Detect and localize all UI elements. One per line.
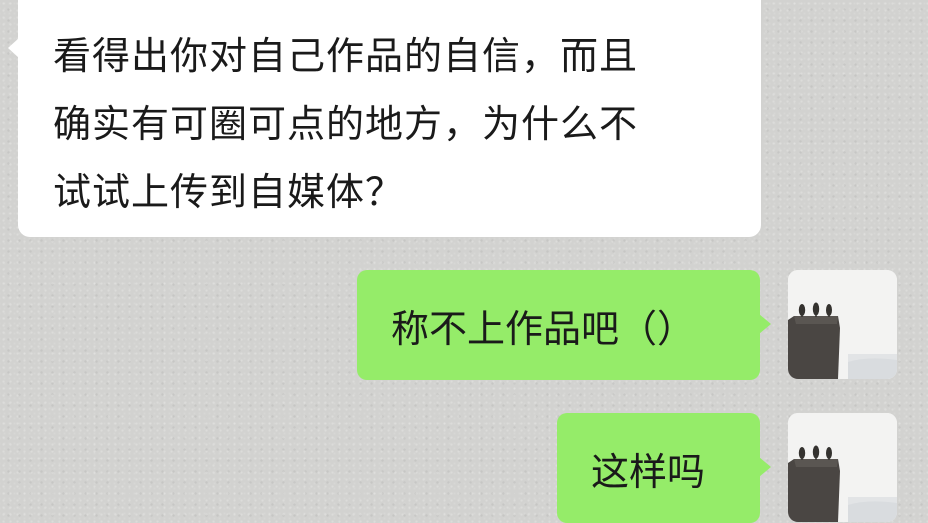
message-line: 看得出你对自己作品的自信，而且 bbox=[53, 34, 639, 78]
incoming-message-bubble[interactable]: 看得出你对自己作品的自信，而且 确实有可圈可点的地方，为什么不 试试上传到自媒体… bbox=[8, 0, 761, 237]
bubble-tail bbox=[8, 38, 19, 58]
message-line: 试试上传到自媒体？ bbox=[53, 170, 405, 214]
bubble-tail bbox=[759, 457, 771, 477]
outgoing-message-bubble[interactable]: 称不上作品吧（） bbox=[357, 270, 771, 380]
message-line: 确实有可圈可点的地方，为什么不 bbox=[53, 102, 639, 146]
message-text: 称不上作品吧（） bbox=[391, 306, 696, 351]
avatar[interactable] bbox=[788, 413, 897, 522]
message-text: 看得出你对自己作品的自信，而且 确实有可圈可点的地方，为什么不 试试上传到自媒体… bbox=[53, 22, 741, 226]
outgoing-message-bubble[interactable]: 这样吗 bbox=[557, 413, 771, 523]
bubble-tail bbox=[759, 314, 771, 334]
cliff-trees-moon-avatar-icon bbox=[788, 270, 897, 379]
avatar[interactable] bbox=[788, 270, 897, 379]
cliff-trees-moon-avatar-icon bbox=[788, 413, 897, 522]
message-text: 这样吗 bbox=[591, 449, 706, 494]
